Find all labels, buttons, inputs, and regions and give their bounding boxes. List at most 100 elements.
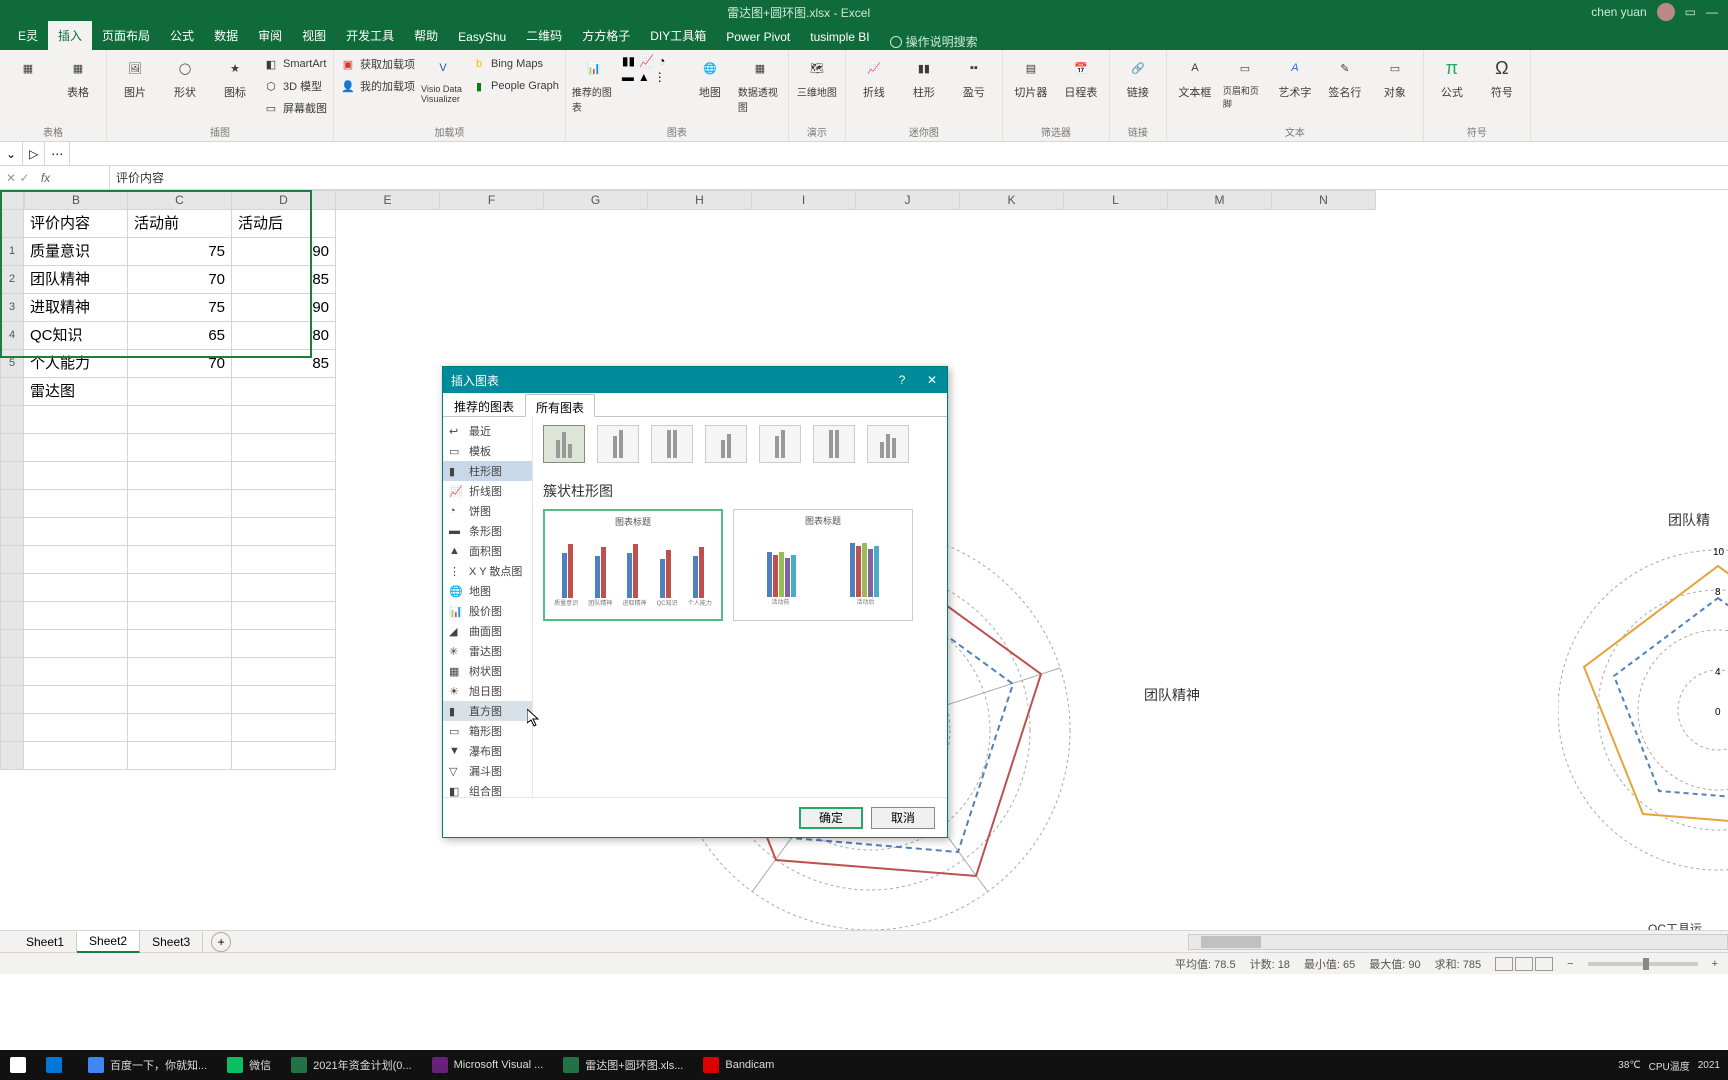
worksheet-grid[interactable]: BCDEFGHIJKLMN 12345 评价内容活动前活动后质量意识7590团队… — [0, 190, 1728, 930]
help-icon[interactable]: ? — [887, 367, 917, 393]
zoom-in-icon[interactable]: + — [1712, 958, 1718, 970]
tab-recommended[interactable]: 推荐的图表 — [443, 393, 525, 416]
chart-type-5[interactable]: ▬条形图 — [443, 521, 532, 541]
start-button[interactable] — [0, 1050, 36, 1080]
row-header-10[interactable] — [0, 490, 24, 518]
avatar[interactable] — [1657, 3, 1675, 21]
ribbon-display-icon[interactable]: ▭ — [1685, 5, 1696, 19]
taskbar-item-5[interactable]: 雷达图+圆环图.xls... — [553, 1050, 693, 1080]
ok-button[interactable]: 确定 — [799, 807, 863, 829]
cell[interactable] — [128, 518, 232, 546]
cell[interactable] — [232, 630, 336, 658]
cell[interactable] — [128, 462, 232, 490]
view-buttons[interactable] — [1495, 957, 1553, 971]
row-header-11[interactable] — [0, 518, 24, 546]
row-header-2[interactable]: 2 — [0, 266, 24, 294]
cell[interactable]: 70 — [128, 266, 232, 294]
cell[interactable] — [128, 406, 232, 434]
cell[interactable] — [128, 742, 232, 770]
screenshot-button[interactable]: ▭屏幕截图 — [263, 98, 327, 118]
fx-icon[interactable]: fx — [33, 171, 58, 185]
chart-type-2[interactable]: ▮柱形图 — [443, 461, 532, 481]
ribbon-tab-5[interactable]: 审阅 — [248, 21, 292, 50]
bing-maps-button[interactable]: bBing Maps — [471, 54, 559, 74]
row-header-13[interactable] — [0, 574, 24, 602]
chart-type-10[interactable]: ◢曲面图 — [443, 621, 532, 641]
ribbon-tab-1[interactable]: 插入 — [48, 21, 92, 50]
chart-type-15[interactable]: ▭箱形图 — [443, 721, 532, 741]
cell[interactable] — [232, 434, 336, 462]
bar-chart-icon[interactable]: ▬ — [622, 70, 634, 84]
row-header-6[interactable] — [0, 378, 24, 406]
equation-button[interactable]: π公式 — [1430, 54, 1474, 100]
header-footer-button[interactable]: ▭页眉和页脚 — [1223, 54, 1267, 110]
close-icon[interactable]: ✕ — [917, 367, 947, 393]
taskbar-item-6[interactable]: Bandicam — [693, 1050, 784, 1080]
cell[interactable] — [232, 714, 336, 742]
cell[interactable] — [24, 742, 128, 770]
expand-icon[interactable]: ⋯ — [45, 142, 70, 165]
row-header-16[interactable] — [0, 658, 24, 686]
ribbon-tab-2[interactable]: 页面布局 — [92, 21, 160, 50]
col-header-B[interactable]: B — [24, 190, 128, 210]
my-addins-button[interactable]: 👤我的加载项 — [340, 76, 415, 96]
smartart-button[interactable]: ◧SmartArt — [263, 54, 327, 74]
sheet-tab-Sheet2[interactable]: Sheet2 — [77, 931, 140, 953]
chart-type-7[interactable]: ⋮X Y 散点图 — [443, 561, 532, 581]
area-chart-icon[interactable]: ▲ — [638, 70, 650, 84]
formula-input[interactable]: 评价内容 — [110, 169, 1728, 186]
cell[interactable] — [24, 602, 128, 630]
link-button[interactable]: 🔗链接 — [1116, 54, 1160, 100]
cell[interactable]: 活动前 — [128, 210, 232, 238]
cell[interactable] — [24, 518, 128, 546]
cell[interactable] — [128, 378, 232, 406]
cell[interactable] — [232, 378, 336, 406]
chart-type-8[interactable]: 🌐地图 — [443, 581, 532, 601]
ribbon-tab-12[interactable]: DIY工具箱 — [640, 21, 716, 50]
cell[interactable] — [232, 546, 336, 574]
zoom-slider[interactable] — [1588, 962, 1698, 966]
row-header-0[interactable] — [0, 210, 24, 238]
cell[interactable]: 评价内容 — [24, 210, 128, 238]
chart-type-11[interactable]: ✳雷达图 — [443, 641, 532, 661]
zoom-out-icon[interactable]: − — [1567, 958, 1573, 970]
chart-type-17[interactable]: ▽漏斗图 — [443, 761, 532, 781]
row-header-15[interactable] — [0, 630, 24, 658]
cell[interactable] — [232, 686, 336, 714]
chart-type-13[interactable]: ☀旭日图 — [443, 681, 532, 701]
row-header-4[interactable]: 4 — [0, 322, 24, 350]
picture-button[interactable]: 🖼图片 — [113, 54, 157, 100]
cell[interactable]: 90 — [232, 294, 336, 322]
cell[interactable]: 活动后 — [232, 210, 336, 238]
row-header-1[interactable]: 1 — [0, 238, 24, 266]
pivot-chart-button[interactable]: ▦数据透视图 — [738, 54, 782, 114]
ribbon-tab-4[interactable]: 数据 — [204, 21, 248, 50]
pointer-icon[interactable]: ▷ — [23, 142, 45, 165]
row-header-3[interactable]: 3 — [0, 294, 24, 322]
ribbon-tab-6[interactable]: 视图 — [292, 21, 336, 50]
row-header-14[interactable] — [0, 602, 24, 630]
cell[interactable] — [128, 602, 232, 630]
chart-type-16[interactable]: ▼瀑布图 — [443, 741, 532, 761]
subtype-3d-100[interactable] — [813, 425, 855, 463]
cell[interactable]: 70 — [128, 350, 232, 378]
chart-type-18[interactable]: ◧组合图 — [443, 781, 532, 797]
cell[interactable] — [128, 686, 232, 714]
object-button[interactable]: ▭对象 — [1373, 54, 1417, 100]
row-header-12[interactable] — [0, 546, 24, 574]
row-header-5[interactable]: 5 — [0, 350, 24, 378]
people-graph-button[interactable]: ▮People Graph — [471, 76, 559, 96]
get-addins-button[interactable]: ▣获取加载项 — [340, 54, 415, 74]
ribbon-tab-7[interactable]: 开发工具 — [336, 21, 404, 50]
cancel-icon[interactable]: ✕ — [6, 171, 16, 185]
cell[interactable] — [24, 630, 128, 658]
chart-preview-2[interactable]: 图表标题 活动前活动后 — [733, 509, 913, 621]
chart-type-4[interactable]: ◔饼图 — [443, 501, 532, 521]
row-header-17[interactable] — [0, 686, 24, 714]
table-button[interactable]: ▦表格 — [56, 54, 100, 100]
select-all-corner[interactable] — [0, 190, 24, 210]
col-header-I[interactable]: I — [752, 190, 856, 210]
subtype-3d-column[interactable] — [867, 425, 909, 463]
chart-type-6[interactable]: ▲面积图 — [443, 541, 532, 561]
subtype-stacked-column[interactable] — [597, 425, 639, 463]
